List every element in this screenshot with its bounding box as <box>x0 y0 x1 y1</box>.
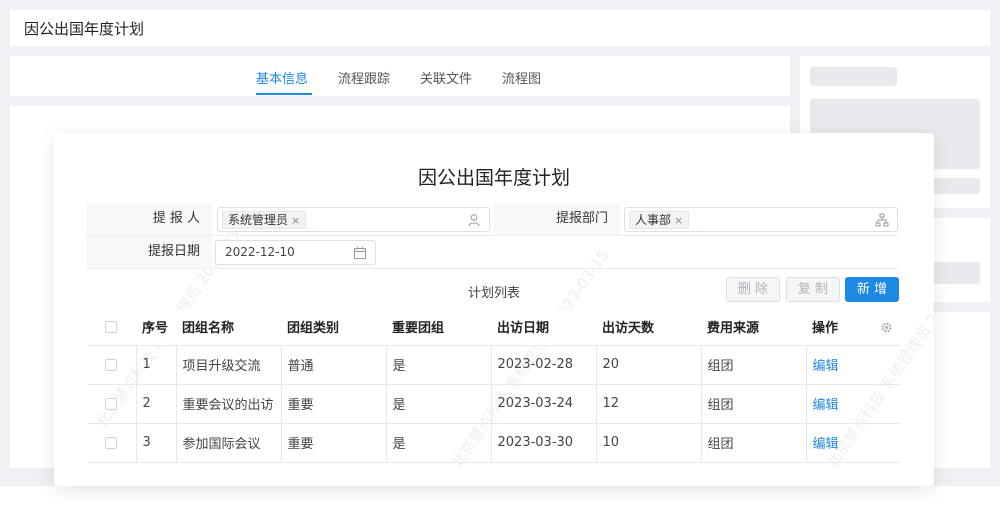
cell-date: 2023-03-24 <box>491 384 597 424</box>
row-select-cell <box>88 345 137 385</box>
dept-tag: 人事部 × <box>629 211 690 229</box>
form-row-reporter: 提 报 人 系统管理员 × 提报部门 人事部 × <box>86 203 900 236</box>
col-header-date: 出访日期 <box>491 309 596 346</box>
edit-link[interactable]: 编辑 <box>813 437 839 452</box>
org-tree-icon[interactable] <box>875 213 889 227</box>
cell-name: 参加国际会议 <box>176 423 282 463</box>
cell-days: 10 <box>596 423 702 463</box>
delete-button[interactable]: 删 除 <box>726 277 780 302</box>
table-row: 1 项目升级交流 普通 是 2023-02-28 20 组团 编辑 <box>88 345 900 385</box>
cell-name: 项目升级交流 <box>176 345 282 385</box>
cell-type: 重要 <box>281 384 387 424</box>
reporter-field[interactable]: 系统管理员 × <box>217 207 490 232</box>
date-field[interactable]: 2022-12-10 <box>215 240 376 265</box>
dialog-title: 因公出国年度计划 <box>417 167 570 189</box>
table-header-row: 序号 团组名称 团组类别 重要团组 出访日期 出访天数 费用来源 操作 <box>88 309 900 346</box>
cell-days: 12 <box>596 384 702 424</box>
row-checkbox[interactable] <box>105 358 117 371</box>
date-label: 提报日期 <box>86 236 212 268</box>
col-header-name: 团组名称 <box>176 309 281 346</box>
cell-type: 重要 <box>281 423 387 463</box>
plan-table: 序号 团组名称 团组类别 重要团组 出访日期 出访天数 费用来源 操作 1 项目… <box>88 309 900 463</box>
header-bar: 因公出国年度计划 <box>10 10 990 46</box>
row-checkbox[interactable] <box>105 436 117 449</box>
col-header-no: 序号 <box>136 309 176 346</box>
dept-value: 人事部 <box>635 213 672 227</box>
cell-source: 组团 <box>701 423 807 463</box>
reporter-value: 系统管理员 <box>228 213 289 227</box>
skeleton-bar <box>810 67 897 86</box>
tab-related-files[interactable]: 关联文件 <box>420 68 472 87</box>
col-header-action-label: 操作 <box>812 321 839 337</box>
page-title: 因公出国年度计划 <box>24 20 145 38</box>
table-row: 3 参加国际会议 重要 是 2023-03-30 10 组团 编辑 <box>88 423 900 463</box>
col-header-action: 操作 <box>806 309 900 346</box>
cell-action: 编辑 <box>806 345 900 385</box>
form-row-date: 提报日期 2022-12-10 <box>86 236 900 269</box>
row-select-cell <box>88 384 137 424</box>
dept-label: 提报部门 <box>494 203 620 235</box>
cell-source: 组团 <box>701 384 807 424</box>
select-all-cell <box>88 309 136 346</box>
cell-date: 2023-03-30 <box>491 423 597 463</box>
cell-source: 组团 <box>701 345 807 385</box>
tab-flowchart[interactable]: 流程图 <box>502 68 541 87</box>
cell-action: 编辑 <box>806 384 900 424</box>
gear-icon[interactable] <box>881 322 892 333</box>
cell-days: 20 <box>596 345 702 385</box>
calendar-icon[interactable] <box>353 246 367 260</box>
user-icon[interactable] <box>467 213 481 227</box>
col-header-source: 费用来源 <box>701 309 806 346</box>
cell-date: 2023-02-28 <box>491 345 597 385</box>
edit-link[interactable]: 编辑 <box>813 359 839 374</box>
reporter-tag: 系统管理员 × <box>222 211 307 229</box>
cell-important: 是 <box>386 423 492 463</box>
add-button[interactable]: 新 增 <box>845 277 899 302</box>
cell-no: 2 <box>136 384 177 424</box>
cell-action: 编辑 <box>806 423 900 463</box>
dept-field[interactable]: 人事部 × <box>624 207 898 232</box>
cell-no: 1 <box>136 345 177 385</box>
tab-process-tracking[interactable]: 流程跟踪 <box>338 68 390 87</box>
remove-tag-icon[interactable]: × <box>674 214 683 227</box>
row-checkbox[interactable] <box>105 397 117 410</box>
copy-button[interactable]: 复 制 <box>786 277 840 302</box>
active-tab-indicator <box>256 93 312 95</box>
cell-important: 是 <box>386 384 492 424</box>
col-header-type: 团组类别 <box>281 309 386 346</box>
col-header-days: 出访天数 <box>596 309 701 346</box>
cell-important: 是 <box>386 345 492 385</box>
col-header-important: 重要团组 <box>386 309 491 346</box>
select-all-checkbox[interactable] <box>105 320 117 333</box>
reporter-label: 提 报 人 <box>86 203 212 235</box>
row-select-cell <box>88 423 137 463</box>
date-value: 2022-12-10 <box>225 245 295 259</box>
remove-tag-icon[interactable]: × <box>291 214 300 227</box>
edit-link[interactable]: 编辑 <box>813 398 839 413</box>
cell-name: 重要会议的出访 <box>176 384 282 424</box>
cell-no: 3 <box>136 423 177 463</box>
cell-type: 普通 <box>281 345 387 385</box>
plan-dialog: 北京慧点科技 系统管理员 2023-03-15 北京慧点科技 系统管理员 202… <box>54 133 934 486</box>
table-row: 2 重要会议的出访 重要 是 2023-03-24 12 组团 编辑 <box>88 384 900 424</box>
tab-bar: 基本信息 流程跟踪 关联文件 流程图 <box>10 56 790 96</box>
tab-basic-info[interactable]: 基本信息 <box>256 68 308 87</box>
